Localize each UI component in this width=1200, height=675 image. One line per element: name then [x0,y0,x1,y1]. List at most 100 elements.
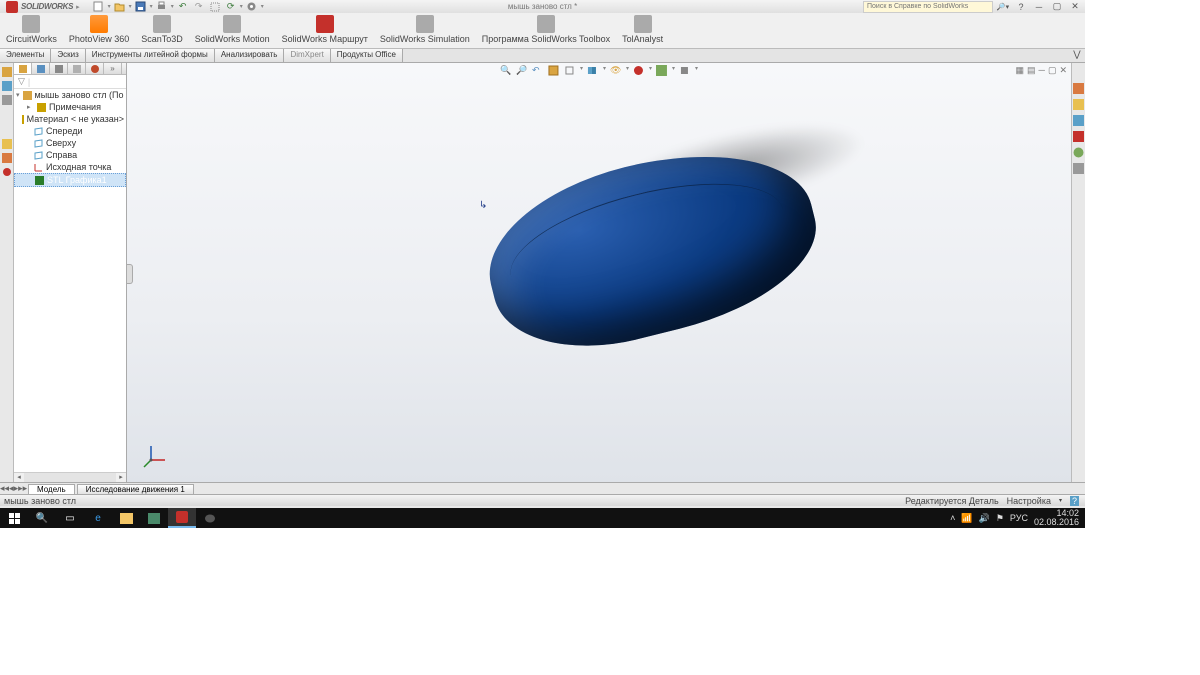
task-view-button[interactable]: ▭ [56,508,84,528]
viewport-maximize-icon[interactable]: ▢ [1048,65,1057,76]
close-icon[interactable]: ✕ [1067,1,1083,13]
display-style-icon[interactable] [587,65,599,77]
tabs-collapse-icon[interactable]: ⋁ [1069,49,1085,62]
taskpane-file-explorer-icon[interactable] [1073,115,1084,128]
new-file-dropdown[interactable]: ▾ [108,3,111,10]
addin-routing[interactable]: SolidWorks Маршрут [276,13,374,48]
status-custom-dropdown-icon[interactable]: ▾ [1059,497,1062,504]
zoom-fit-icon[interactable]: 🔍 [500,65,512,77]
scroll-right-icon[interactable]: ▸ [116,473,126,482]
tree-annotations[interactable]: ▸ Примечания [14,101,126,113]
image-viewer-icon[interactable] [140,508,168,528]
view-orientation-icon[interactable] [564,65,576,77]
help-search-input[interactable] [863,1,993,13]
addin-circuitworks[interactable]: CircuitWorks [0,13,63,48]
undo-icon[interactable]: ↶ [176,0,190,14]
bottom-tab-motion-study[interactable]: Исследование движения 1 [77,484,194,494]
viewport-close-icon[interactable]: ✕ [1059,65,1067,76]
tray-clock[interactable]: 14:02 02.08.2016 [1034,509,1079,527]
taskpane-design-library-icon[interactable] [1073,99,1084,112]
search-dropdown-icon[interactable]: 🔎▾ [995,1,1011,13]
search-button[interactable]: 🔍 [28,508,56,528]
model-body[interactable] [487,153,827,333]
tree-plane-front[interactable]: Спереди [14,125,126,137]
expand-icon[interactable]: ▾ [16,91,20,99]
tree-material[interactable]: Материал < не указан> [14,113,126,125]
select-icon[interactable] [208,0,222,14]
taskpane-resources-icon[interactable] [1073,83,1084,96]
tray-language[interactable]: РУС [1010,513,1028,523]
viewport-minimize-icon[interactable]: ─ [1039,65,1045,76]
prev-view-icon[interactable]: ↶ [532,65,544,77]
addin-photoview360[interactable]: PhotoView 360 [63,13,135,48]
hide-show-dropdown[interactable]: ▾ [626,65,629,77]
panel-tab-feature-tree[interactable] [14,63,32,74]
rail-view-icon[interactable] [2,153,12,163]
tree-origin[interactable]: Исходная точка [14,161,126,173]
scroll-left-icon[interactable]: ◂ [14,473,24,482]
tree-stl-graphics[interactable]: STL Графика1 [14,173,126,187]
save-icon[interactable] [134,0,148,14]
help-icon[interactable]: ? [1013,1,1029,13]
view-settings-dropdown[interactable]: ▾ [695,65,698,77]
tab-nav-controls[interactable]: ◂◂◂▸▸▸ [0,483,26,494]
rail-library-icon[interactable] [2,139,12,149]
addin-simulation[interactable]: SolidWorks Simulation [374,13,476,48]
minimize-icon[interactable]: ─ [1031,1,1047,13]
edge-browser-icon[interactable]: e [84,508,112,528]
solidworks-taskbar-icon[interactable] [168,508,196,528]
tab-office-products[interactable]: Продукты Office [331,49,403,62]
edit-appearance-icon[interactable] [633,65,645,77]
taskpane-custom-props-icon[interactable] [1073,163,1084,176]
panel-horizontal-scrollbar[interactable]: ◂ ▸ [14,472,126,482]
status-custom-label[interactable]: Настройка [1007,496,1051,506]
panel-tab-display[interactable] [86,63,104,74]
save-dropdown[interactable]: ▾ [150,3,153,10]
graphics-viewport[interactable]: 🔍 🔎 ↶ ▾ ▾ 👁 ▾ ▾ ▾ ▾ ▦ ▤ ─ [127,63,1071,482]
taskpane-view-palette-icon[interactable] [1073,131,1084,144]
redo-icon[interactable]: ↷ [192,0,206,14]
view-triad-icon[interactable] [141,442,169,470]
view-orientation-dropdown[interactable]: ▾ [580,65,583,77]
panel-splitter[interactable] [127,264,133,284]
viewport-arrange-icon[interactable]: ▦ [1016,65,1025,76]
options-dropdown[interactable]: ▾ [261,3,264,10]
tray-volume-icon[interactable]: 🔊 [979,513,990,524]
tab-dimxpert[interactable]: DimXpert [284,49,330,62]
tree-plane-right[interactable]: Справа [14,149,126,161]
tab-evaluate[interactable]: Анализировать [215,49,285,62]
panel-tab-configuration[interactable] [50,63,68,74]
tray-network-icon[interactable]: 📶 [961,513,972,524]
addin-tolanalyst[interactable]: TolAnalyst [616,13,669,48]
file-explorer-icon[interactable] [112,508,140,528]
options-icon[interactable] [245,0,259,14]
other-app-icon[interactable] [196,508,224,528]
panel-tab-property-manager[interactable] [32,63,50,74]
zoom-area-icon[interactable]: 🔎 [516,65,528,77]
filter-funnel-icon[interactable]: ▽ [18,76,25,87]
addin-motion[interactable]: SolidWorks Motion [189,13,276,48]
open-file-icon[interactable] [113,0,127,14]
open-file-dropdown[interactable]: ▾ [129,3,132,10]
expand-icon[interactable]: ▸ [27,103,34,111]
print-icon[interactable] [155,0,169,14]
panel-tab-more[interactable]: » [104,63,122,74]
section-view-icon[interactable] [548,65,560,77]
bottom-tab-model[interactable]: Модель [28,484,75,494]
status-help-icon[interactable]: ? [1070,496,1079,506]
rebuild-icon[interactable]: ⟳ [224,0,238,14]
start-button[interactable] [0,508,28,528]
tab-features[interactable]: Элементы [0,49,51,62]
addin-toolbox[interactable]: Программа SolidWorks Toolbox [476,13,616,48]
tree-root[interactable]: ▾ мышь заново стл (По умолч [14,89,126,101]
app-menu-caret[interactable]: ▸ [76,3,80,11]
panel-tab-dimxpert[interactable] [68,63,86,74]
appearance-dropdown[interactable]: ▾ [649,65,652,77]
tab-sketch[interactable]: Эскиз [51,49,85,62]
tray-flag-icon[interactable]: ⚑ [996,513,1004,524]
rail-assembly-icon[interactable] [2,81,12,91]
rail-appearance-icon[interactable] [2,167,12,177]
rebuild-dropdown[interactable]: ▾ [240,3,243,10]
addin-scanto3d[interactable]: ScanTo3D [135,13,189,48]
new-file-icon[interactable] [92,0,106,14]
